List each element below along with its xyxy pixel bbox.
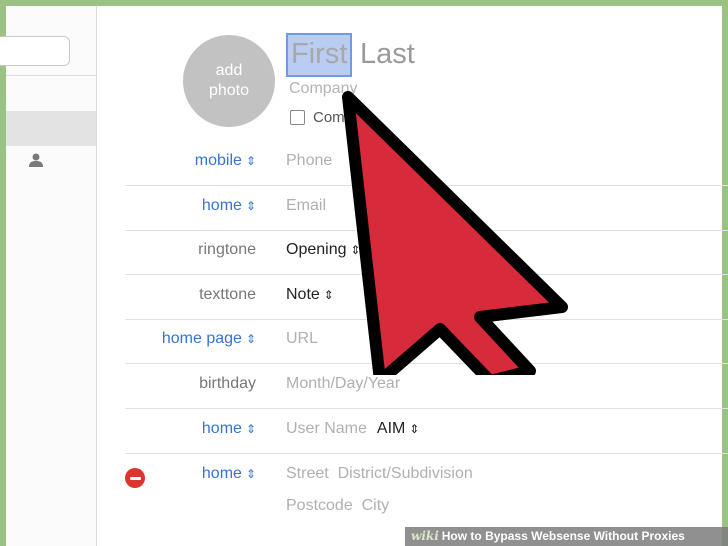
email-label: home xyxy=(201,197,242,214)
address-label: home xyxy=(201,465,242,482)
ringtone-label: ringtone xyxy=(198,241,256,258)
chevron-updown-icon: ⇕ xyxy=(245,422,256,436)
birthday-field[interactable]: Month/Day/Year xyxy=(286,375,400,393)
birthday-label: birthday xyxy=(199,375,256,392)
postcode-city-field[interactable]: Postcode City xyxy=(286,497,389,515)
person-icon xyxy=(29,153,43,167)
sidebar xyxy=(0,6,97,546)
username-field[interactable]: User Name xyxy=(286,420,367,437)
phone-label-selector[interactable]: mobile ⇕ xyxy=(195,152,256,170)
sidebar-search-input[interactable] xyxy=(0,36,70,66)
url-field[interactable]: URL xyxy=(286,330,318,348)
im-row: home ⇕ User Name AIM ⇕ xyxy=(125,410,728,454)
phone-field[interactable]: Phone xyxy=(286,152,332,170)
row-separator xyxy=(125,408,728,409)
add-photo-button[interactable]: add photo xyxy=(183,35,275,127)
add-photo-line2: photo xyxy=(208,82,250,99)
arrow-cursor-icon xyxy=(342,91,568,375)
chevron-updown-icon: ⇕ xyxy=(245,154,256,168)
texttone-select[interactable]: Note ⇕ xyxy=(286,286,334,304)
row-separator xyxy=(125,453,728,454)
im-field: User Name AIM ⇕ xyxy=(286,420,419,438)
im-service-value: AIM xyxy=(376,420,406,437)
texttone-label: texttone xyxy=(199,286,256,303)
address-label-selector[interactable]: home ⇕ xyxy=(202,465,256,483)
im-label-selector[interactable]: home ⇕ xyxy=(202,420,256,438)
homepage-label: home page xyxy=(161,330,242,347)
company-checkbox[interactable] xyxy=(290,110,305,125)
chevron-updown-icon: ⇕ xyxy=(245,467,256,481)
address-row: home ⇕ Street District/Subdivision xyxy=(125,455,728,525)
watermark-banner: wiki How to Bypass Websense Without Proxi… xyxy=(405,527,728,546)
chevron-updown-icon: ⇕ xyxy=(245,332,256,346)
first-name-field[interactable]: First xyxy=(286,33,353,77)
chevron-updown-icon: ⇕ xyxy=(245,199,256,213)
last-name-field[interactable]: Last xyxy=(360,35,415,73)
delete-icon[interactable] xyxy=(125,468,145,488)
sidebar-selected-contact[interactable] xyxy=(6,111,96,146)
texttone-value: Note xyxy=(286,286,320,303)
phone-label: mobile xyxy=(194,152,242,169)
homepage-label-selector[interactable]: home page ⇕ xyxy=(162,330,256,348)
im-label: home xyxy=(201,420,242,437)
street-district-field[interactable]: Street District/Subdivision xyxy=(286,465,473,483)
sidebar-divider xyxy=(6,75,96,76)
im-service-select[interactable]: AIM ⇕ xyxy=(377,420,420,437)
chevron-updown-icon: ⇕ xyxy=(409,422,420,436)
email-label-selector[interactable]: home ⇕ xyxy=(202,197,256,215)
add-photo-line1: add xyxy=(215,62,243,79)
email-field[interactable]: Email xyxy=(286,197,326,215)
watermark-text: How to Bypass Websense Without Proxies xyxy=(441,529,685,543)
wiki-brand: wiki xyxy=(411,529,439,543)
